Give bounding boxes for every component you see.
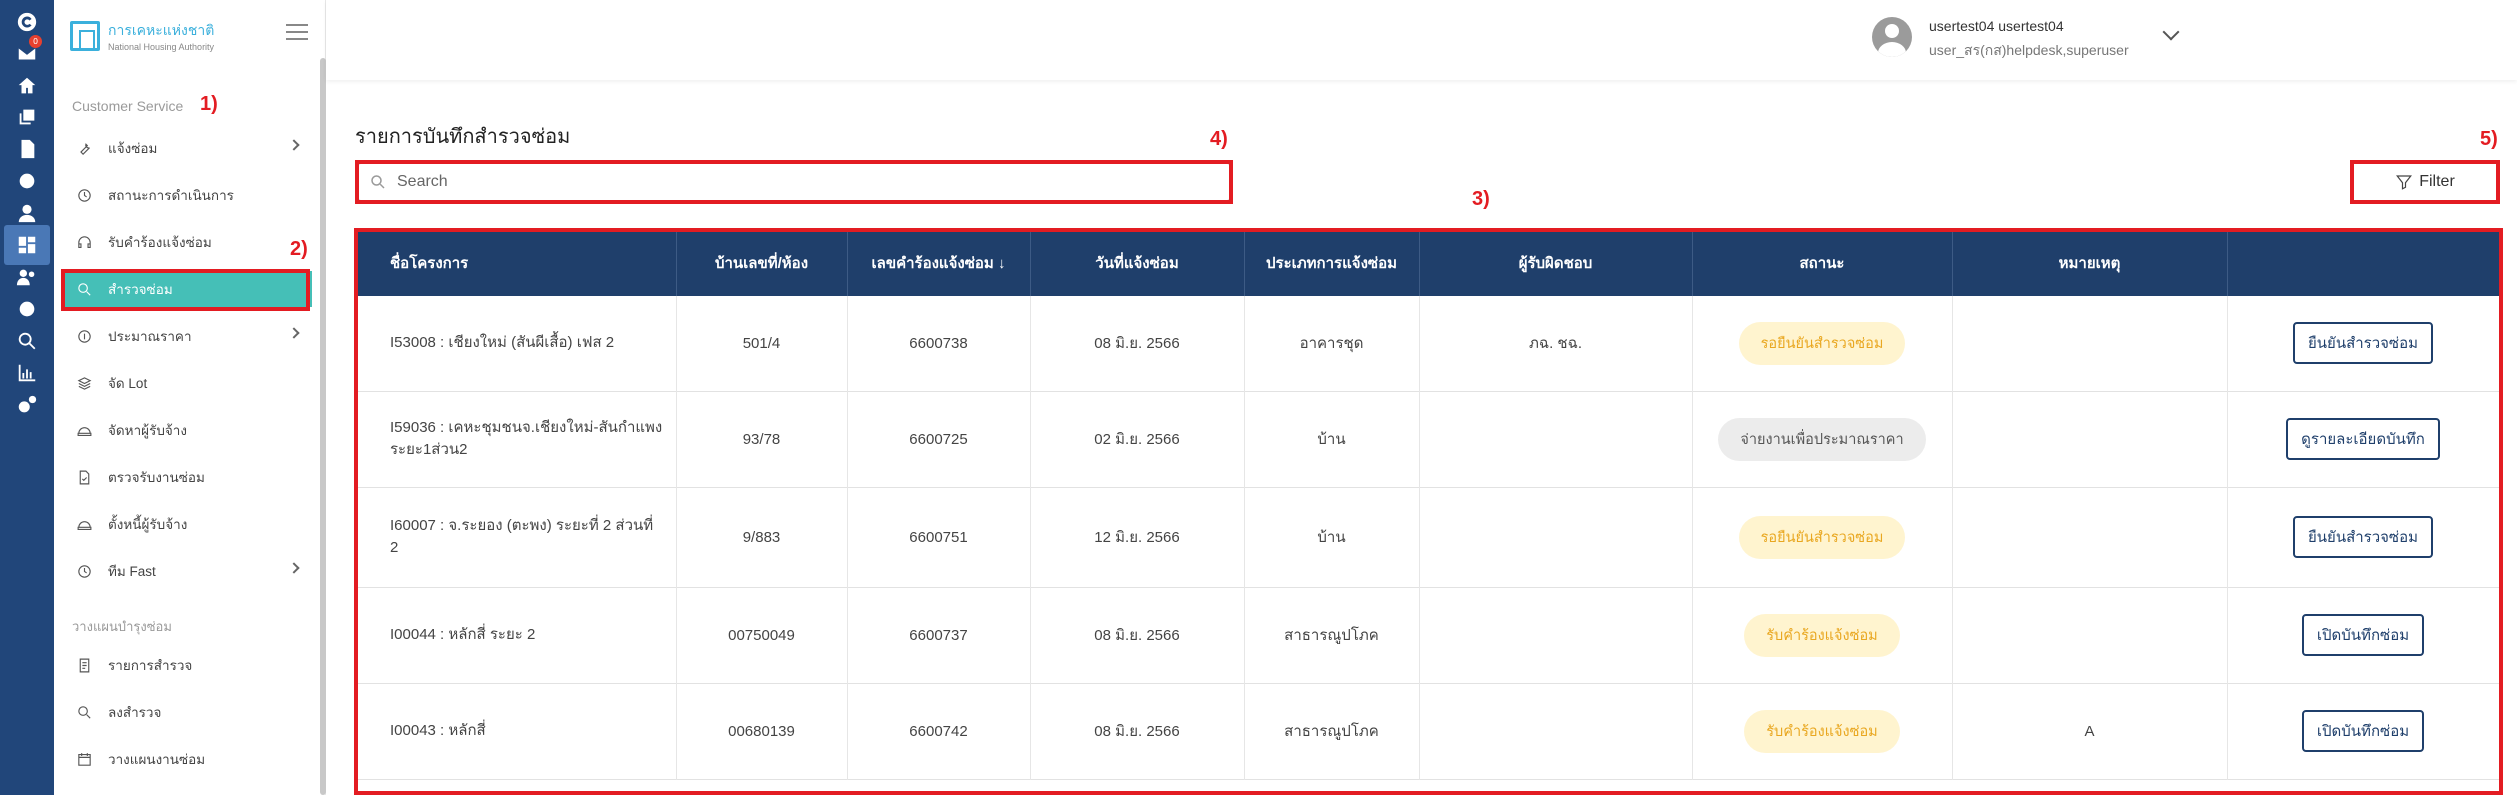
- user-avatar[interactable]: [1872, 17, 1912, 57]
- annotation-box-5: [2350, 160, 2500, 204]
- document-icon[interactable]: [13, 135, 40, 162]
- wrench-icon: [74, 138, 94, 158]
- sidebar: การเคหะแห่งชาติ National Housing Authori…: [54, 0, 326, 795]
- sidebar-item-label: ลงสำรวจ: [108, 705, 162, 720]
- coin-icon: [74, 326, 94, 346]
- sidebar-item-contractor-debt[interactable]: ตั้งหนี้ผู้รับจ้าง: [64, 506, 312, 542]
- app-root: 0 การเคหะแห่งชาติ National Housing Autho…: [0, 0, 2517, 795]
- sidebar-item-label: ตรวจรับงานซ่อม: [108, 470, 205, 485]
- sidebar-item-plan-repair[interactable]: วางแผนงานซ่อม: [64, 741, 312, 777]
- sidebar-item-report-repair[interactable]: แจ้งซ่อม: [64, 130, 312, 166]
- hamburger-menu-icon[interactable]: [286, 24, 308, 42]
- section-maintenance-plan: วางแผนบำรุงซ่อม: [72, 619, 172, 634]
- annotation-label-4: 4): [1210, 128, 1228, 150]
- history-icon: [74, 185, 94, 205]
- sidebar-item-label: สถานะการดำเนินการ: [108, 188, 234, 203]
- file-check-icon: [74, 467, 94, 487]
- user-name: usertest04 usertest04: [1929, 18, 2064, 34]
- sidebar-item-lot[interactable]: จัด Lot: [64, 365, 312, 401]
- chevron-right-icon: [288, 327, 300, 339]
- gear-icon[interactable]: [13, 295, 40, 322]
- nha-logo[interactable]: การเคหะแห่งชาติ National Housing Authori…: [70, 20, 214, 52]
- annotation-box-2: [61, 269, 310, 311]
- sidebar-item-label: จัด Lot: [108, 376, 148, 391]
- sidebar-item-label: แจ้งซ่อม: [108, 141, 158, 156]
- logo-mark-icon: [70, 21, 100, 51]
- annotation-label-1: 1): [200, 93, 218, 115]
- sidebar-item-estimate[interactable]: ประมาณราคา: [64, 318, 312, 354]
- headset-icon: [74, 232, 94, 252]
- team-icon[interactable]: [13, 263, 40, 290]
- dashboard-icon[interactable]: [4, 225, 50, 265]
- logo-thai-text: การเคหะแห่งชาติ: [108, 22, 215, 38]
- annotation-label-5: 5): [2480, 128, 2498, 150]
- top-header: [326, 0, 2517, 80]
- list-icon: [74, 655, 94, 675]
- calendar-icon: [74, 749, 94, 769]
- search-icon: [74, 702, 94, 722]
- cogs-icon[interactable]: [13, 391, 40, 418]
- inbox-badge: 0: [29, 35, 42, 48]
- sidebar-item-label: ตั้งหนี้ผู้รับจ้าง: [108, 517, 188, 532]
- sidebar-item-label: รายการสำรวจ: [108, 658, 193, 673]
- sidebar-item-team-fast[interactable]: ทีม Fast: [64, 553, 312, 589]
- sidebar-item-status[interactable]: สถานะการดำเนินการ: [64, 177, 312, 213]
- helmet-icon: [74, 514, 94, 534]
- helmet-icon: [74, 420, 94, 440]
- history-icon: [74, 561, 94, 581]
- sidebar-item-survey-list[interactable]: รายการสำรวจ: [64, 647, 312, 683]
- annotation-label-3: 3): [1472, 188, 1490, 210]
- sidebar-item-label: จัดหาผู้รับจ้าง: [108, 423, 187, 438]
- chart-icon[interactable]: [13, 359, 40, 386]
- inbox-icon[interactable]: 0: [13, 35, 42, 67]
- settings-icon[interactable]: [13, 167, 40, 194]
- logo-english-text: National Housing Authority: [108, 42, 215, 52]
- sidebar-item-find-contractor[interactable]: จัดหาผู้รับจ้าง: [64, 412, 312, 448]
- layers-icon: [74, 373, 94, 393]
- section-customer-service: Customer Service: [72, 98, 184, 114]
- sidebar-item-do-survey[interactable]: ลงสำรวจ: [64, 694, 312, 730]
- sidebar-item-receive-request[interactable]: รับคำร้องแจ้งซ่อม: [64, 224, 312, 260]
- page-title: รายการบันทึกสำรวจซ่อม: [355, 126, 571, 148]
- sidebar-item-label: ประมาณราคา: [108, 329, 192, 344]
- user-icon[interactable]: [13, 199, 40, 226]
- icon-rail: 0: [0, 0, 54, 795]
- annotation-box-3: [354, 228, 2503, 795]
- sidebar-item-label: รับคำร้องแจ้งซ่อม: [108, 235, 212, 250]
- logo-icon[interactable]: [13, 8, 40, 35]
- home-icon[interactable]: [13, 72, 40, 99]
- user-role: user_สร(กส)helpdesk,superuser: [1929, 42, 2129, 58]
- sidebar-item-label: ทีม Fast: [108, 564, 156, 579]
- chevron-right-icon: [288, 562, 300, 574]
- sidebar-item-inspect-work[interactable]: ตรวจรับงานซ่อม: [64, 459, 312, 495]
- copy-icon[interactable]: [13, 103, 40, 130]
- sidebar-item-label: วางแผนงานซ่อม: [108, 752, 206, 767]
- sidebar-scrollbar[interactable]: [320, 58, 326, 795]
- annotation-label-2: 2): [290, 238, 308, 260]
- annotation-box-4: [355, 160, 1233, 204]
- chevron-right-icon: [288, 139, 300, 151]
- search-icon[interactable]: [13, 327, 40, 354]
